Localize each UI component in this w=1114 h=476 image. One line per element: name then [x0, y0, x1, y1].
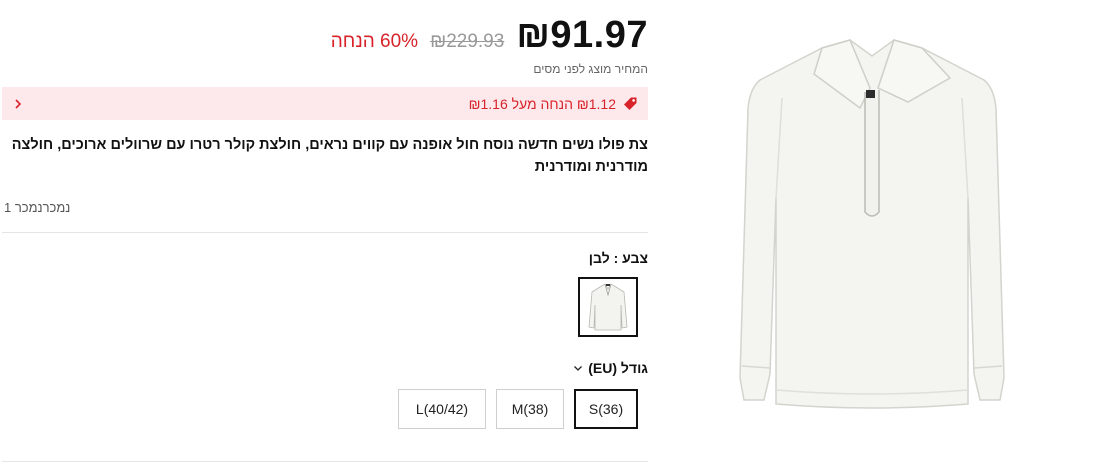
coupon-text: ₪1.12 הנחה מעל ₪1.16: [468, 95, 616, 112]
divider: [2, 232, 648, 233]
size-label: גודל (EU): [588, 360, 648, 376]
chevron-left-icon[interactable]: [12, 98, 24, 110]
product-image[interactable]: [722, 28, 1022, 426]
discount-badge: 60% הנחה: [330, 31, 419, 52]
product-info-panel: ₪91.97 ₪229.93 60% הנחה המחיר מוצג לפני …: [0, 0, 648, 476]
size-option-s[interactable]: S(36): [574, 389, 638, 429]
tax-note: המחיר מוצג לפני מסים: [533, 62, 648, 76]
chevron-down-icon: [573, 363, 583, 373]
size-option-m[interactable]: M(38): [496, 389, 564, 429]
original-price: ₪229.93: [430, 31, 505, 52]
size-options: S(36) M(38) L(40/42): [398, 389, 638, 429]
current-price: ₪91.97: [516, 14, 648, 56]
price-tag-icon: [622, 96, 638, 112]
price-row: ₪91.97 ₪229.93 60% הנחה: [331, 14, 648, 57]
white-polo-shirt-image: [739, 39, 1005, 409]
color-label: צבע : לבן: [588, 250, 648, 266]
product-title: צת פולו נשים חדשה נוסח חול אופנה עם קווי…: [11, 137, 648, 175]
color-swatch-white[interactable]: [578, 277, 638, 337]
coupon-banner[interactable]: ₪1.12 הנחה מעל ₪1.16: [2, 87, 648, 120]
sold-count: נמכרנמכר 1: [4, 200, 71, 215]
size-option-l[interactable]: L(40/42): [398, 389, 486, 429]
size-selector-toggle[interactable]: גודל (EU): [573, 360, 648, 376]
shirt-thumbnail-icon: [588, 283, 628, 331]
divider: [2, 461, 648, 462]
